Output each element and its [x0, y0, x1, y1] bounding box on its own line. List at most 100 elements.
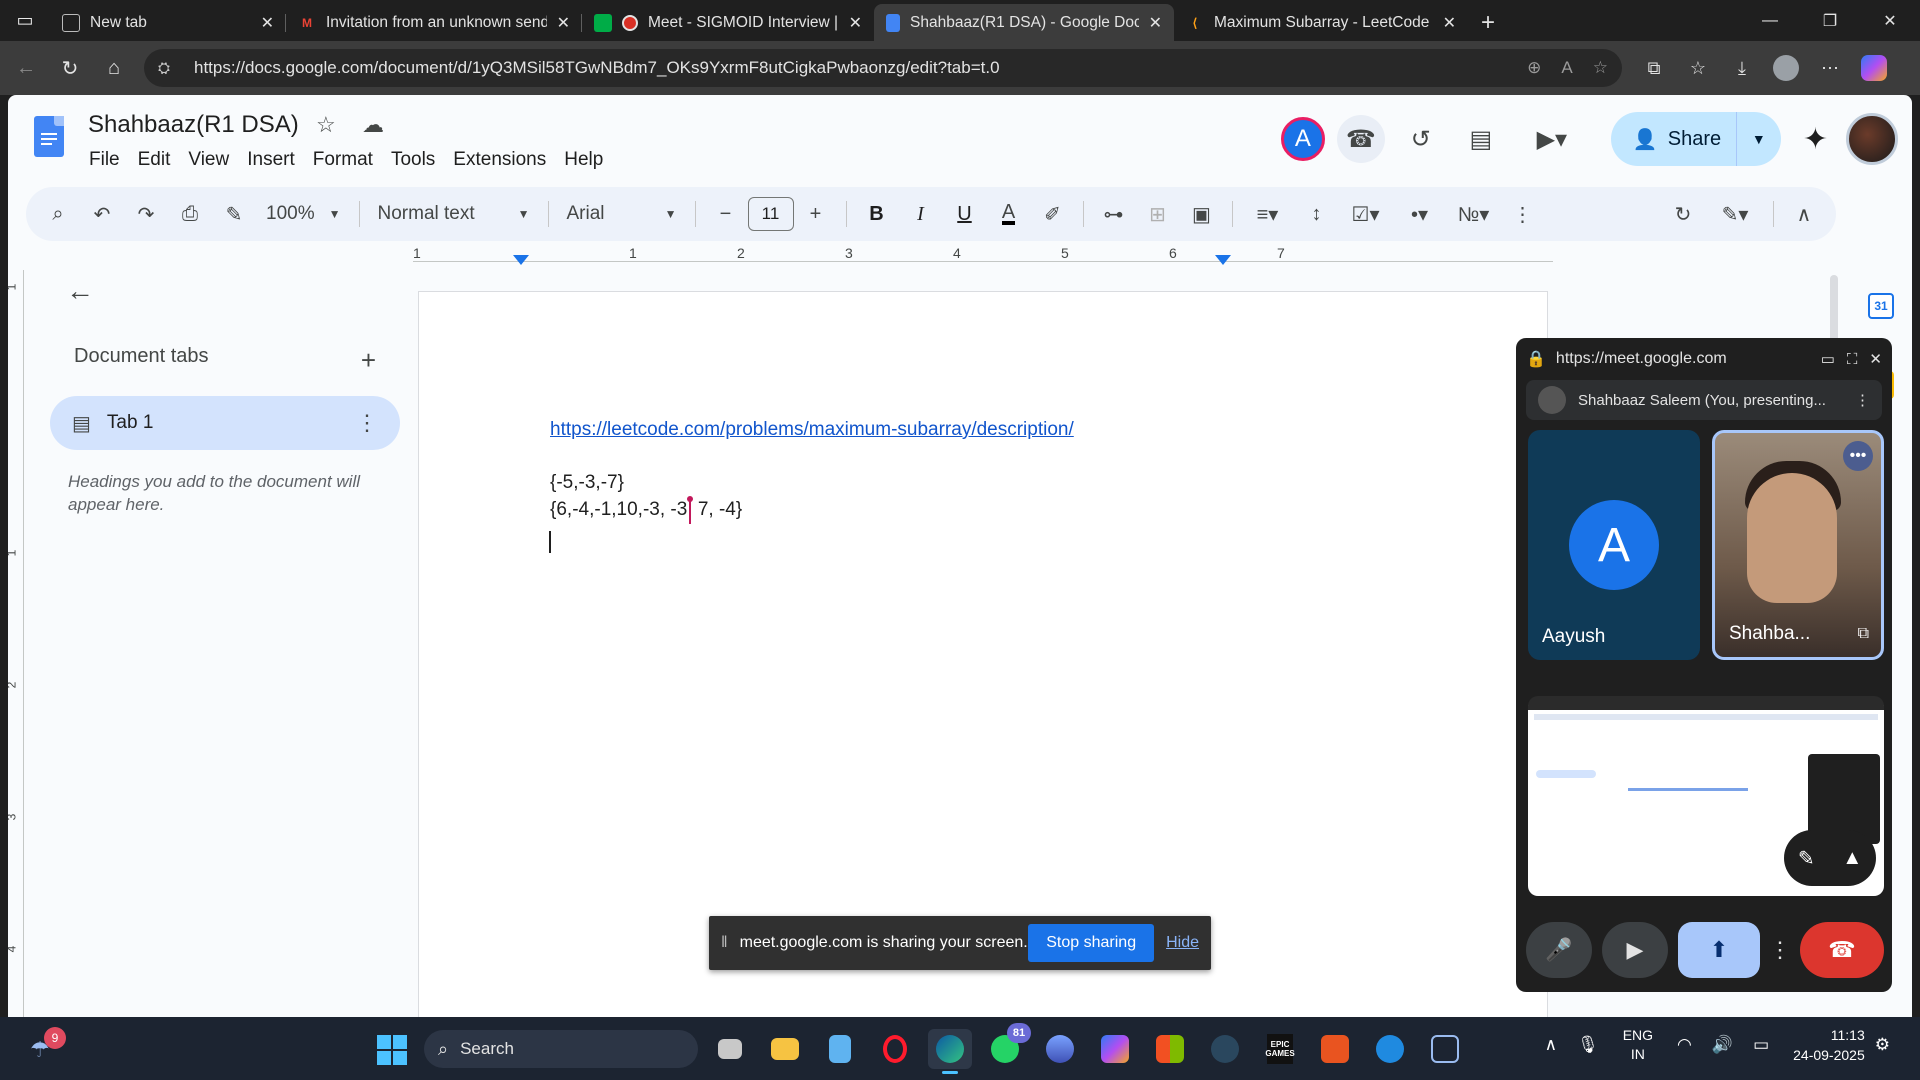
wifi-icon[interactable]: ◠	[1677, 1035, 1692, 1055]
cloud-saved-icon[interactable]: ☁	[362, 112, 384, 138]
close-window-icon[interactable]: ✕	[1860, 0, 1920, 41]
zoom-icon[interactable]: ⊕	[1527, 58, 1541, 78]
start-button[interactable]	[377, 1035, 407, 1065]
new-tab-button[interactable]: +	[1468, 4, 1508, 41]
numbered-list-icon[interactable]: №▾	[1447, 194, 1501, 234]
taskbar-search[interactable]: ⌕ Search	[424, 1030, 698, 1068]
steam-icon[interactable]	[1203, 1029, 1247, 1069]
url-field[interactable]: ⛭ https://docs.google.com/document/d/1yQ…	[144, 49, 1622, 87]
present-screen-icon[interactable]: ⬆	[1678, 922, 1760, 978]
tab-options-icon[interactable]: ⋮	[356, 410, 378, 436]
menu-insert[interactable]: Insert	[238, 145, 304, 175]
leetcode-link[interactable]: https://leetcode.com/problems/maximum-su…	[550, 419, 1074, 441]
reload-icon[interactable]: ↻	[48, 48, 92, 88]
undo-icon[interactable]: ↶	[80, 194, 124, 234]
extensions-icon[interactable]: ⧉	[1632, 55, 1676, 81]
font-select[interactable]: Arial ▼	[557, 203, 687, 225]
weather-widget[interactable]: ☂ 9	[26, 1027, 66, 1067]
close-tab-icon[interactable]: ✕	[1443, 13, 1456, 33]
more-options-icon[interactable]: ⋮	[1501, 194, 1545, 234]
highlight-icon[interactable]: ✐	[1031, 194, 1075, 234]
language-indicator[interactable]: ENG IN	[1623, 1026, 1653, 1064]
annotate-toggle[interactable]: ✎ ▲	[1784, 830, 1876, 886]
menu-extensions[interactable]: Extensions	[444, 145, 555, 175]
battery-icon[interactable]: ▭	[1753, 1035, 1769, 1055]
back-arrow-icon[interactable]: ←	[66, 275, 400, 307]
docs-logo-icon[interactable]	[34, 116, 64, 157]
document-title[interactable]: Shahbaaz(R1 DSA)	[88, 111, 299, 139]
site-info-icon[interactable]: ⛭	[158, 60, 180, 77]
increase-font-size-icon[interactable]: +	[794, 194, 838, 234]
menu-tools[interactable]: Tools	[382, 145, 444, 175]
left-indent-marker[interactable]	[513, 255, 529, 265]
more-options-icon[interactable]: ⋮	[1769, 922, 1791, 978]
close-tab-icon[interactable]: ✕	[1149, 13, 1162, 33]
redo-icon[interactable]: ↷	[124, 194, 168, 234]
participant-tile[interactable]: ••• Shahba... ⧉	[1712, 430, 1884, 660]
editing-mode-icon[interactable]: ✎▾	[1705, 194, 1765, 234]
font-size-input[interactable]: 11	[747, 197, 794, 231]
bulleted-list-icon[interactable]: •▾	[1393, 194, 1447, 234]
task-view-icon[interactable]	[708, 1029, 752, 1069]
star-icon[interactable]: ☆	[316, 112, 336, 138]
hide-link[interactable]: Hide	[1166, 934, 1199, 952]
whatsapp-icon[interactable]: 81	[983, 1023, 1031, 1069]
hide-menus-icon[interactable]: ∧	[1782, 194, 1826, 234]
print-icon[interactable]: ⎙	[168, 194, 212, 234]
align-icon[interactable]: ≡▾	[1241, 194, 1295, 234]
store-icon[interactable]	[1148, 1029, 1192, 1069]
back-to-tab-icon[interactable]: ▭	[1821, 350, 1835, 368]
comments-icon[interactable]: ▤	[1457, 115, 1505, 163]
presenting-banner[interactable]: Shahbaaz Saleem (You, presenting... ⋮	[1526, 380, 1882, 420]
microphone-icon[interactable]: 🎤	[1526, 922, 1592, 978]
end-call-icon[interactable]: ☎	[1800, 922, 1884, 978]
search-menus-icon[interactable]: ⌕	[36, 194, 80, 234]
ubuntu-icon[interactable]	[1313, 1029, 1357, 1069]
calendar-icon[interactable]: 31	[1868, 293, 1894, 319]
line-spacing-icon[interactable]: ↕	[1295, 194, 1339, 234]
close-tab-icon[interactable]: ✕	[261, 13, 274, 33]
clock[interactable]: 11:13 24-09-2025	[1793, 1025, 1865, 1065]
camera-icon[interactable]: ▶	[1602, 922, 1668, 978]
underline-icon[interactable]: U	[943, 194, 987, 234]
gemini-icon[interactable]: ✦	[1803, 122, 1828, 157]
menu-format[interactable]: Format	[304, 145, 382, 175]
decrease-font-size-icon[interactable]: −	[704, 194, 748, 234]
share-button[interactable]: 👤 Share ▼	[1610, 112, 1781, 166]
close-pip-icon[interactable]: ✕	[1869, 350, 1882, 368]
stop-sharing-button[interactable]: Stop sharing	[1028, 924, 1155, 962]
notepad-icon[interactable]	[818, 1029, 862, 1069]
more-options-icon[interactable]: •••	[1843, 441, 1873, 471]
copilot-app-icon[interactable]	[1093, 1029, 1137, 1069]
read-aloud-icon[interactable]: A	[1561, 58, 1572, 78]
maximize-icon[interactable]: ❐	[1800, 0, 1860, 41]
copilot-icon[interactable]	[1852, 55, 1896, 81]
participant-tile[interactable]: A Aayush	[1528, 430, 1700, 660]
browser-tab-gmail[interactable]: M Invitation from an unknown send ✕	[286, 4, 582, 41]
browser-tab-docs[interactable]: Shahbaaz(R1 DSA) - Google Docs ✕	[874, 4, 1174, 41]
document-page[interactable]: https://leetcode.com/problems/maximum-su…	[418, 291, 1548, 1017]
app-icon[interactable]	[1038, 1029, 1082, 1069]
back-arrow-icon[interactable]: ←	[4, 48, 48, 88]
pop-out-icon[interactable]: ⧉	[1858, 625, 1869, 643]
insert-image-icon[interactable]: ▣	[1180, 194, 1224, 234]
tab-actions-icon[interactable]: ▭	[0, 0, 50, 41]
edge-icon[interactable]	[928, 1029, 972, 1074]
paint-format-icon[interactable]: ✎	[212, 194, 256, 234]
volume-icon[interactable]: 🔊	[1712, 1035, 1733, 1055]
favorite-star-icon[interactable]: ☆	[1593, 58, 1608, 78]
version-history-icon[interactable]: ↺	[1397, 115, 1445, 163]
opera-icon[interactable]	[873, 1029, 917, 1069]
document-tab-item[interactable]: ▤ Tab 1 ⋮	[50, 396, 400, 450]
file-explorer-icon[interactable]	[763, 1029, 807, 1069]
browser-tab-new[interactable]: New tab ✕	[50, 4, 286, 41]
home-icon[interactable]: ⌂	[92, 48, 136, 88]
close-tab-icon[interactable]: ✕	[849, 13, 862, 33]
microphone-icon[interactable]: 🎙	[1577, 1035, 1599, 1055]
epic-games-icon[interactable]: EPIC GAMES	[1258, 1029, 1302, 1069]
account-avatar[interactable]	[1846, 113, 1898, 165]
menu-file[interactable]: File	[80, 145, 129, 175]
join-call-icon[interactable]: ☎	[1336, 115, 1385, 163]
vscode-icon[interactable]	[1368, 1029, 1412, 1069]
menu-help[interactable]: Help	[555, 145, 612, 175]
